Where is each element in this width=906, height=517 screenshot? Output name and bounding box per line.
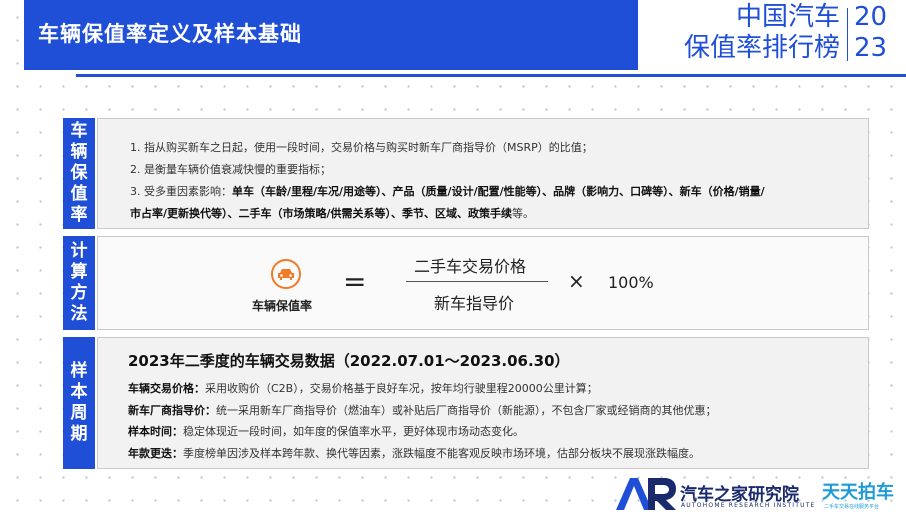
sample-line-key: 车辆交易价格： [128, 382, 205, 395]
sample-label-char: 期 [70, 424, 88, 444]
partner-logo-subtext: 二手车交易在线服务平台 [824, 504, 880, 510]
sample-lines: 车辆交易价格：采用收购价（C2B），交易价格基于良好车况，按年均行驶里程2000… [128, 378, 717, 464]
percent-value: 100% [608, 273, 654, 292]
times-sign: × [568, 269, 585, 293]
definition-item-3-cont: 市占率/更新换代等）、二手车（市场策略/供需关系等）、季节、区域、政策手续等。 [130, 203, 765, 225]
sample-line: 年款更迭：季度榜单因涉及样本跨年款、换代等因素，涨跌幅度不能客观反映市场环境，估… [128, 443, 717, 465]
definition-item-1: 1. 指从购买新车之日起，使用一段时间，交易价格与购买时新车厂商指导价（MSRP… [130, 141, 593, 154]
definition-item-3: 3. 受多重因素影响：单车（车龄/里程/车况/用途等）、产品（质量/设计/配置/… [130, 181, 765, 203]
definition-label-char: 值 [70, 184, 88, 204]
sample-label-char: 本 [70, 382, 88, 402]
sample-line: 新车厂商指导价：统一采用新车厂商指导价（燃油车）或补贴后厂商指导价（新能源），不… [128, 400, 717, 422]
calculation-label-char: 法 [70, 304, 88, 324]
sample-line-key: 年款更迭： [128, 446, 183, 460]
sample-line-key: 新车厂商指导价： [128, 403, 216, 417]
formula-denominator: 新车指导价 [434, 294, 515, 313]
sample-line: 样本时间：稳定体现近一段时间，如年度的保值率水平，更好体现市场动态变化。 [128, 421, 717, 443]
partner-logo-text: 天天拍车 [822, 482, 894, 503]
sample-line-text: 稳定体现近一段时间，如年度的保值率水平，更好体现市场动态变化。 [183, 425, 524, 438]
calculation-panel: 车辆保值率 = 二手车交易价格 新车指导价 × 100% [97, 236, 869, 330]
brand-year-line2: 23 [854, 33, 888, 63]
sample-line-text: 统一采用新车厂商指导价（燃油车）或补贴后厂商指导价（新能源），不包含厂家或经销商… [216, 403, 717, 417]
brand-title: 中国汽车 保值率排行榜 [660, 2, 840, 64]
brand-title-line2: 保值率排行榜 [683, 33, 840, 63]
definition-label-char: 辆 [70, 142, 88, 162]
fraction-line [406, 281, 548, 282]
sample-panel: 2023年二季度的车辆交易数据（2022.07.01～2023.06.30） 车… [97, 337, 869, 469]
calculation-label: 计 算 方 法 [63, 236, 95, 330]
definition-label: 车 辆 保 值 率 [63, 118, 95, 229]
page-title: 车辆保值率定义及样本基础 [38, 22, 302, 46]
autohome-logo-icon [616, 478, 676, 510]
definition-item-3-suffix: 等。 [512, 207, 535, 220]
sample-label-char: 周 [70, 403, 88, 423]
sample-label-char: 样 [70, 361, 88, 381]
brand-year: 20 23 [854, 2, 887, 64]
calculation-label-char: 计 [70, 241, 88, 261]
brand-divider [847, 8, 848, 61]
sample-title: 2023年二季度的车辆交易数据（2022.07.01～2023.06.30） [128, 352, 570, 370]
sample-line-key: 样本时间： [128, 425, 183, 438]
brand-title-line1: 中国汽车 [735, 2, 840, 32]
definition-item-3-bold: 单车（车龄/里程/车况/用途等）、产品（质量/设计/配置/性能等）、品牌（影响力… [232, 185, 765, 198]
definition-label-char: 保 [70, 163, 88, 183]
calculation-label-char: 算 [70, 262, 88, 282]
brand-year-line1: 20 [854, 2, 888, 32]
sample-line-text: 季度榜单因涉及样本跨年款、换代等因素，涨跌幅度不能客观反映市场环境，估部分板块不… [183, 446, 700, 460]
sample-line-text: 采用收购价（C2B），交易价格基于良好车况，按年均行驶里程20000公里计算； [205, 382, 598, 395]
definition-panel: 1. 指从购买新车之日起，使用一段时间，交易价格与购买时新车厂商指导价（MSRP… [97, 118, 869, 229]
header-bar: 车辆保值率定义及样本基础 [24, 0, 638, 70]
autohome-logo-subtext: AUTOHOME RESEARCH INSTITUTE [681, 502, 816, 509]
definition-label-char: 车 [70, 121, 88, 141]
formula-numerator: 二手车交易价格 [414, 257, 527, 276]
definition-item-2: 2. 是衡量车辆价值衰减快慢的重要指标； [130, 163, 331, 176]
definition-label-char: 率 [70, 205, 88, 225]
header-underline [76, 74, 906, 77]
equals-sign: = [343, 265, 367, 298]
calculation-label-char: 方 [70, 283, 88, 303]
definition-item-3-bold-cont: 市占率/更新换代等）、二手车（市场策略/供需关系等）、季节、区域、政策手续 [130, 207, 513, 220]
retention-rate-label: 车辆保值率 [252, 299, 313, 313]
definition-item-3-prefix: 3. 受多重因素影响： [130, 185, 232, 198]
car-icon [271, 259, 301, 289]
sample-label: 样 本 周 期 [63, 337, 95, 469]
sample-line: 车辆交易价格：采用收购价（C2B），交易价格基于良好车况，按年均行驶里程2000… [128, 378, 717, 400]
definition-list: 1. 指从购买新车之日起，使用一段时间，交易价格与购买时新车厂商指导价（MSRP… [130, 137, 765, 225]
